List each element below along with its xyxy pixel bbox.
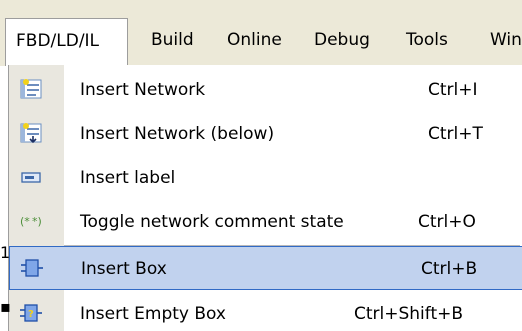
insert-network-below-icon — [19, 121, 43, 145]
menu-item-insert-box[interactable]: Insert Box Ctrl+B — [9, 246, 522, 290]
menu-item-insert-network-below-label: Insert Network (below) — [80, 124, 275, 144]
menu-item-toggle-comment-shortcut: Ctrl+O — [418, 212, 476, 232]
insert-box-icon — [20, 256, 44, 280]
svg-text:(*: (* — [20, 215, 30, 228]
menu-item-insert-box-label: Insert Box — [81, 259, 167, 279]
svg-text:?: ? — [28, 309, 34, 320]
menu-item-insert-network-below[interactable]: Insert Network (below) Ctrl+T — [9, 112, 522, 156]
menu-item-toggle-comment-label: Toggle network comment state — [80, 212, 344, 232]
menu-fbd-ld-il-label: FBD/LD/IL — [16, 31, 100, 51]
menu-item-insert-network-shortcut: Ctrl+I — [428, 80, 478, 100]
menu-item-insert-empty-box-label: Insert Empty Box — [80, 304, 226, 324]
menu-window[interactable]: Win — [490, 18, 522, 62]
svg-text:*): *) — [32, 215, 42, 228]
menu-item-insert-network-below-shortcut: Ctrl+T — [428, 124, 483, 144]
fbd-dropdown-menu: Insert Network Ctrl+I Insert Network (be… — [8, 65, 522, 331]
menu-bar: FBD/LD/IL Build Online Debug Tools Win — [0, 0, 522, 66]
application-window: FBD/LD/IL Build Online Debug Tools Win I… — [0, 0, 522, 331]
menu-item-insert-label-label: Insert label — [80, 168, 176, 188]
menu-item-insert-label[interactable]: Insert label — [9, 156, 522, 200]
menu-online[interactable]: Online — [227, 18, 282, 62]
comment-toggle-icon: (* *) — [19, 209, 43, 233]
menu-item-insert-box-shortcut: Ctrl+B — [421, 259, 478, 279]
background-text-fragment: 1 — [0, 243, 11, 262]
menu-build[interactable]: Build — [151, 18, 194, 62]
menu-online-label: Online — [227, 30, 282, 50]
menu-tools[interactable]: Tools — [406, 18, 448, 62]
menu-item-insert-network-label: Insert Network — [80, 80, 206, 100]
menu-window-label: Win — [490, 30, 522, 50]
insert-empty-box-icon: ? — [19, 301, 43, 325]
menu-item-insert-network[interactable]: Insert Network Ctrl+I — [9, 68, 522, 112]
background-text-fragment: ▪ — [0, 297, 11, 316]
insert-label-icon — [19, 165, 43, 189]
menu-debug[interactable]: Debug — [314, 18, 370, 62]
menu-debug-label: Debug — [314, 30, 370, 50]
menu-item-insert-empty-box[interactable]: ? Insert Empty Box Ctrl+Shift+B — [9, 292, 522, 331]
insert-network-icon — [19, 77, 43, 101]
menu-tools-label: Tools — [406, 30, 448, 50]
menu-item-insert-empty-box-shortcut: Ctrl+Shift+B — [354, 304, 464, 324]
menu-item-toggle-comment[interactable]: (* *) Toggle network comment state Ctrl+… — [9, 200, 522, 244]
menu-build-label: Build — [151, 30, 194, 50]
menu-fbd-ld-il[interactable]: FBD/LD/IL — [5, 18, 128, 66]
